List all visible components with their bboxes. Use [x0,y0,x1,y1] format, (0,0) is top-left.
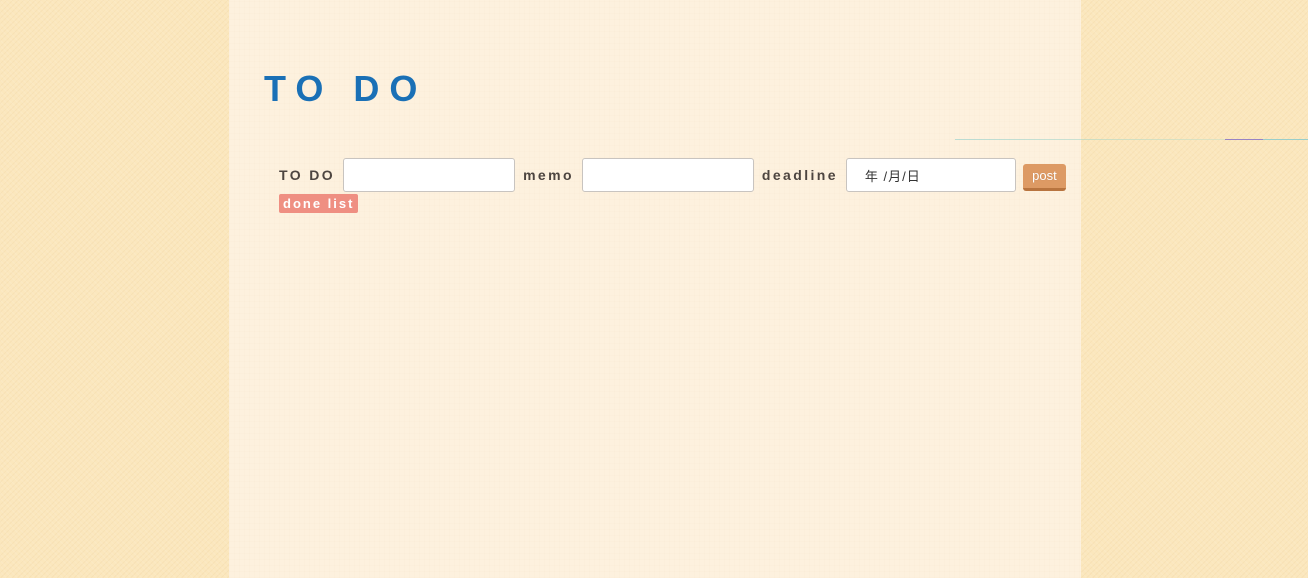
deadline-label: deadline [761,167,838,183]
memo-label: memo [523,167,574,183]
content-panel: TO DO TO DO memo deadline 年 /月/日 post do… [229,0,1081,578]
render-artifact-line [955,139,1225,140]
todo-input[interactable] [343,158,516,192]
deadline-placeholder: 年 /月/日 [864,168,921,184]
render-artifact-line-accent [1225,139,1263,140]
render-artifact-line-tail [1263,139,1308,140]
deadline-date-input[interactable]: 年 /月/日 [845,158,1016,192]
todo-form: TO DO memo deadline 年 /月/日 post [279,158,1066,192]
page-title: TO DO [264,68,428,109]
done-list-button[interactable]: done list [279,194,359,213]
todo-label: TO DO [279,167,336,183]
post-button[interactable]: post [1022,163,1066,191]
memo-input[interactable] [581,158,754,192]
